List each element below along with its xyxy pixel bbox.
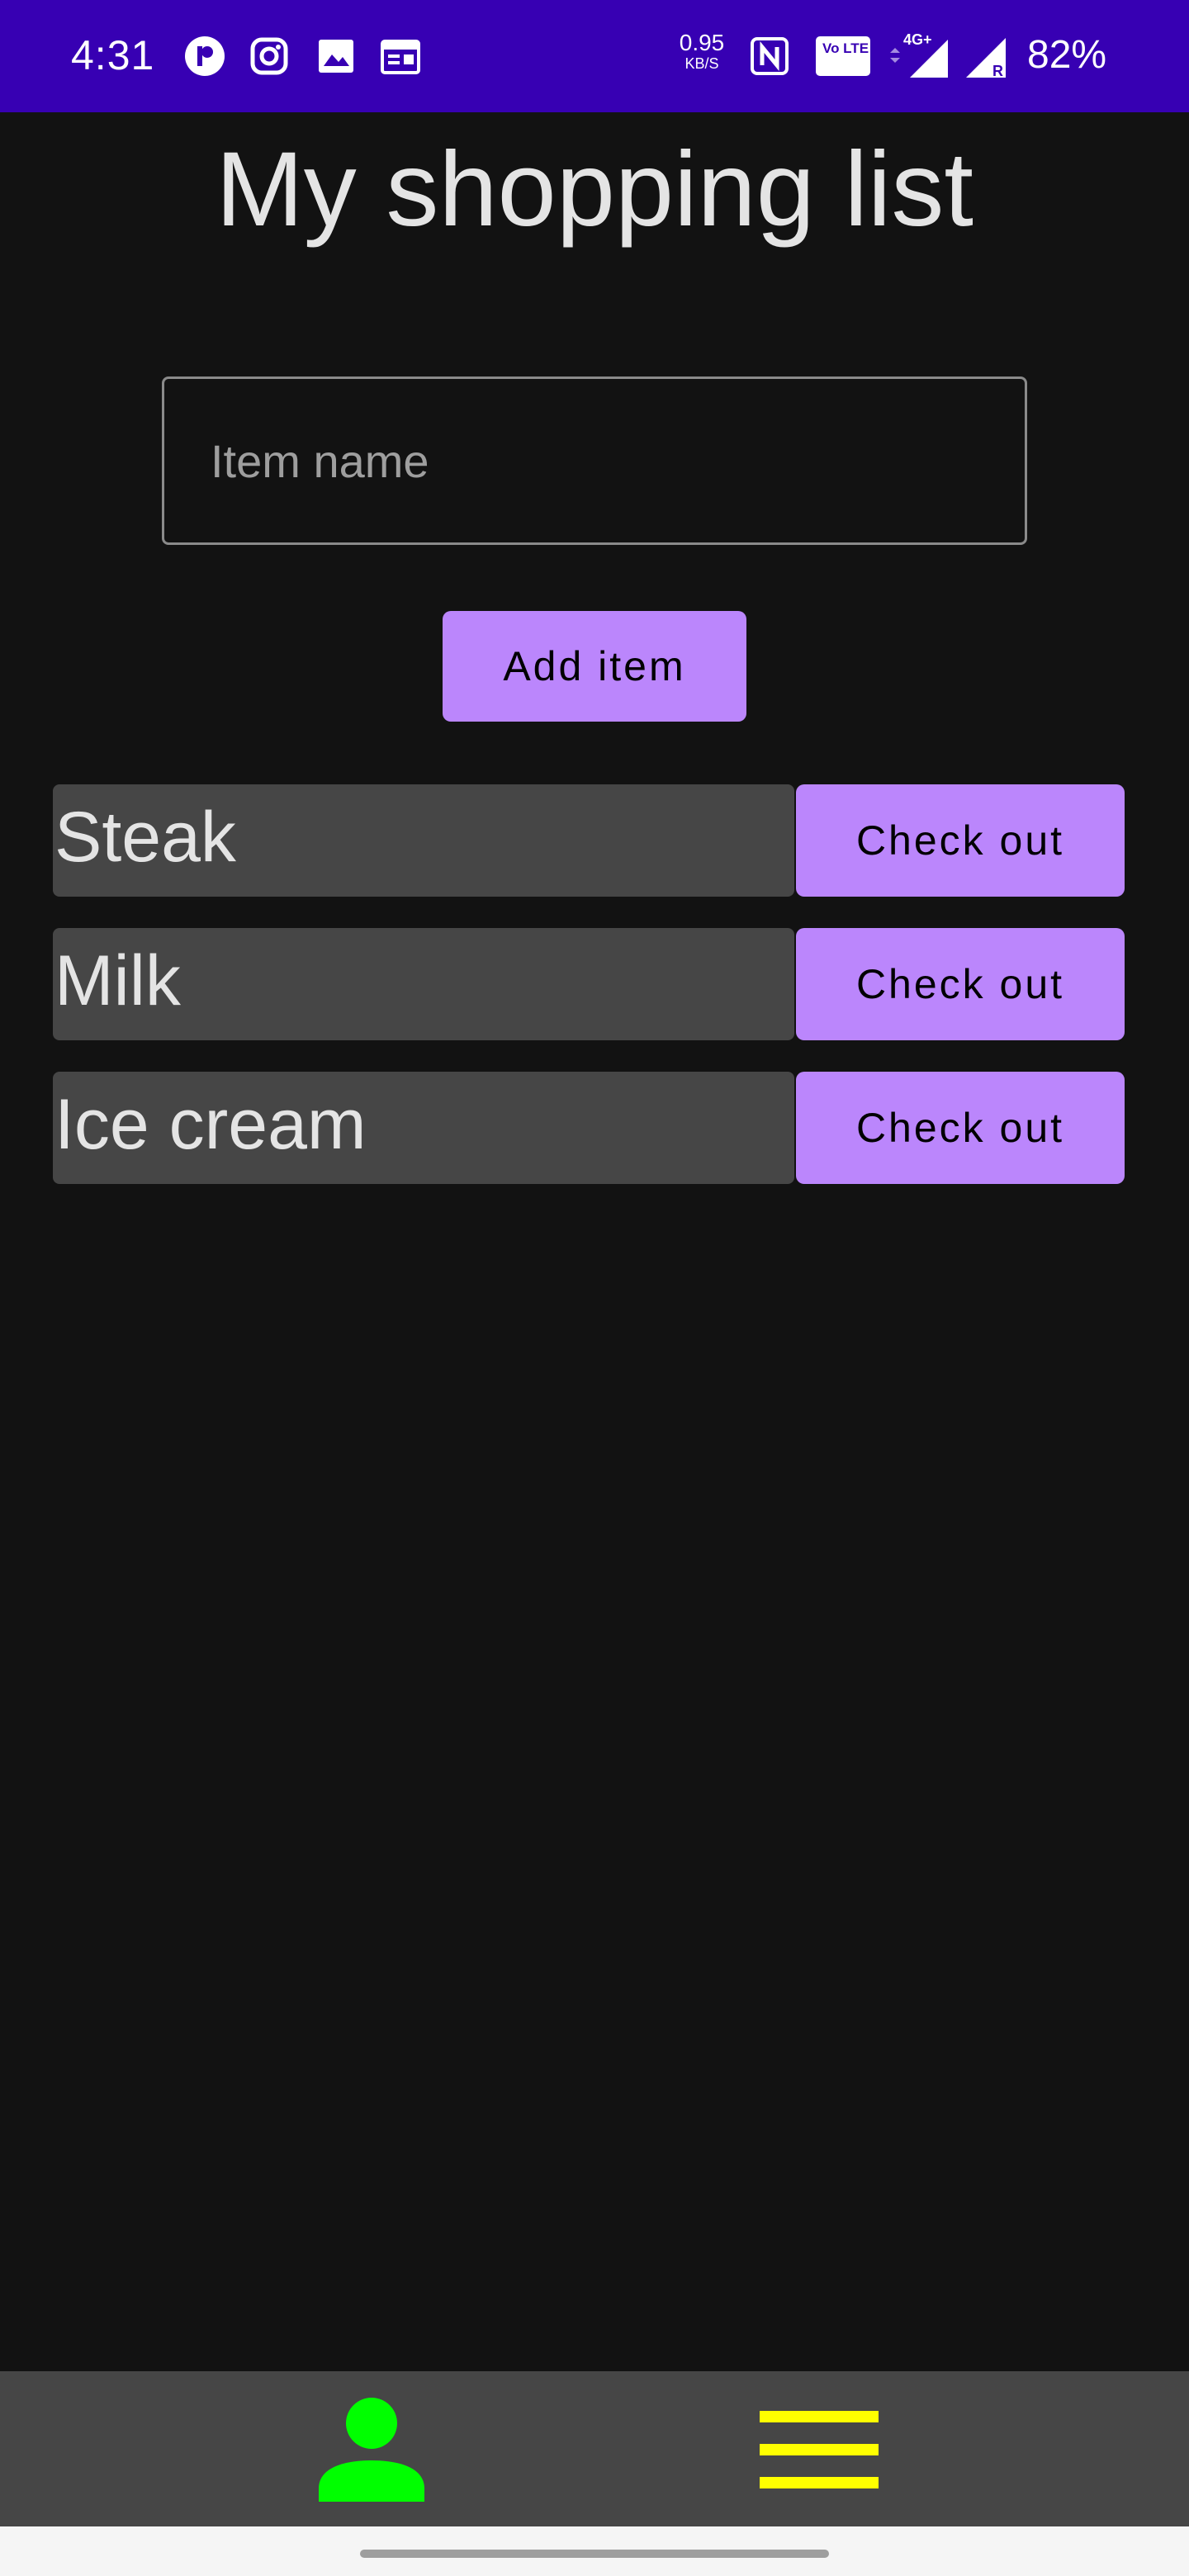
screen: 4:31 0.95 KB/S Vo LTE 4G+ R 82% My shopp…	[0, 0, 1189, 2576]
app-notification-icon	[185, 36, 225, 76]
item-name: Milk	[53, 928, 794, 1040]
home-gesture-bar[interactable]	[360, 2550, 829, 2558]
instagram-icon	[250, 37, 288, 75]
check-out-button[interactable]: Check out	[796, 784, 1125, 897]
network-speed: 0.95 KB/S	[669, 30, 735, 72]
check-out-button[interactable]: Check out	[796, 1072, 1125, 1184]
list-item: Milk Check out	[53, 928, 1125, 1040]
person-icon	[319, 2398, 424, 2502]
item-name-input[interactable]	[162, 376, 1027, 545]
signal-4g-icon: 4G+	[890, 31, 948, 78]
calendar-icon	[381, 40, 420, 74]
gesture-area	[0, 2526, 1189, 2576]
status-bar: 4:31 0.95 KB/S Vo LTE 4G+ R 82%	[0, 0, 1189, 112]
item-name: Steak	[53, 784, 794, 897]
battery-percentage: 82%	[1027, 33, 1107, 77]
signal-roaming-icon: R	[966, 38, 1006, 79]
shopping-list: Steak Check out Milk Check out Ice cream…	[53, 784, 1125, 1215]
menu-icon	[760, 2411, 879, 2488]
svg-text:Vo LTE 1: Vo LTE 1	[822, 40, 872, 56]
item-name: Ice cream	[53, 1072, 794, 1184]
check-out-button[interactable]: Check out	[796, 928, 1125, 1040]
svg-text:4G+: 4G+	[903, 31, 932, 48]
list-item: Ice cream Check out	[53, 1072, 1125, 1184]
status-time: 4:31	[71, 32, 155, 78]
menu-nav-button[interactable]	[594, 2371, 1189, 2526]
network-speed-unit: KB/S	[685, 55, 719, 72]
list-item: Steak Check out	[53, 784, 1125, 897]
profile-nav-button[interactable]	[0, 2371, 594, 2526]
svg-text:R: R	[992, 63, 1003, 79]
nfc-icon	[751, 37, 789, 75]
network-speed-value: 0.95	[679, 30, 725, 55]
gallery-icon	[319, 40, 353, 73]
page-title: My shopping list	[216, 130, 973, 249]
bottom-navigation	[0, 2371, 1189, 2526]
add-item-button[interactable]: Add item	[443, 611, 746, 722]
volte-icon: Vo LTE 1	[816, 36, 872, 76]
